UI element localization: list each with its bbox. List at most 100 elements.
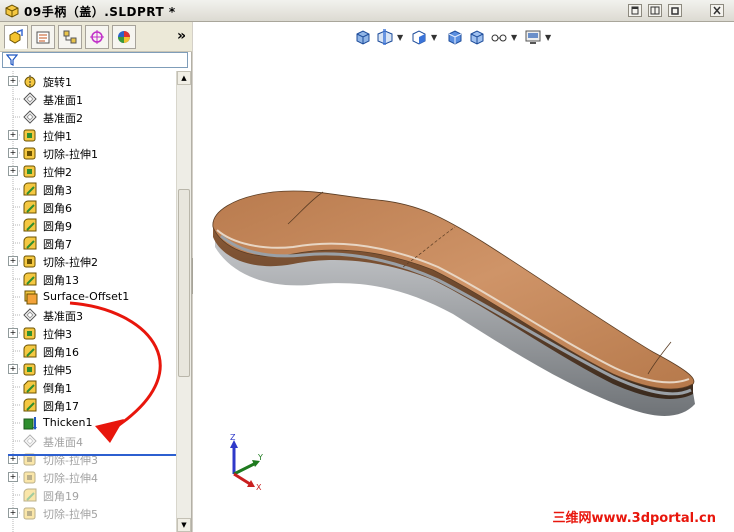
axis-triad: Z Y X bbox=[230, 433, 263, 492]
tree-item[interactable]: + 拉伸1 bbox=[0, 126, 176, 144]
tab-featuremanager[interactable] bbox=[4, 25, 28, 49]
tree-scrollbar[interactable]: ▲ ▼ bbox=[176, 71, 191, 532]
tile-icon bbox=[650, 6, 660, 15]
tree-item[interactable]: + 拉伸2 bbox=[0, 162, 176, 180]
chamfer-icon bbox=[23, 380, 37, 394]
fillet-icon bbox=[23, 344, 37, 358]
solidworks-part-icon bbox=[5, 4, 19, 18]
tree-item[interactable]: 圆角19 bbox=[0, 486, 176, 504]
fillet-icon bbox=[23, 182, 37, 196]
more-tabs-chevron[interactable]: » bbox=[177, 28, 186, 44]
expand-toggle[interactable]: + bbox=[8, 472, 18, 482]
tree-item-label: 拉伸3 bbox=[43, 328, 72, 341]
tree-item[interactable]: + 切除-拉伸5 bbox=[0, 504, 176, 522]
plane-icon bbox=[23, 110, 37, 124]
tree-item-label: 基准面2 bbox=[43, 112, 83, 125]
expand-toggle[interactable]: + bbox=[8, 148, 18, 158]
triad-x-label: X bbox=[256, 483, 262, 492]
feature-manager-panel: » + 旋转1 基准面1 基准面2 + 拉伸1 + 切除-拉伸1 + 拉伸2 圆角3 圆角6 圆角9 圆角… bbox=[0, 22, 192, 532]
filter-icon bbox=[6, 54, 18, 66]
tree-item[interactable]: Thicken1 bbox=[0, 414, 176, 432]
tree-item-label: 切除-拉伸1 bbox=[43, 148, 98, 161]
tree-item[interactable]: + 拉伸5 bbox=[0, 360, 176, 378]
filter-bar[interactable] bbox=[2, 52, 188, 68]
fillet-icon bbox=[23, 218, 37, 232]
expand-toggle[interactable]: + bbox=[8, 364, 18, 374]
expand-toggle[interactable]: + bbox=[8, 256, 18, 266]
scroll-down-button[interactable]: ▼ bbox=[177, 518, 191, 532]
tree-item[interactable]: 基准面1 bbox=[0, 90, 176, 108]
tree-item-label: 圆角13 bbox=[43, 274, 79, 287]
tree-item[interactable]: + 拉伸3 bbox=[0, 324, 176, 342]
appearance-icon bbox=[118, 31, 130, 43]
tree-item[interactable]: 倒角1 bbox=[0, 378, 176, 396]
restore-button[interactable] bbox=[668, 4, 682, 17]
cascade-button[interactable] bbox=[628, 4, 642, 17]
tree-item[interactable]: 圆角6 bbox=[0, 198, 176, 216]
tab-configurationmanager[interactable] bbox=[58, 25, 82, 49]
close-icon bbox=[713, 6, 721, 15]
tree-item[interactable]: 基准面3 bbox=[0, 306, 176, 324]
expand-toggle[interactable]: + bbox=[8, 508, 18, 518]
tree-item[interactable]: + 切除-拉伸3 bbox=[0, 450, 176, 468]
tree-item[interactable]: 圆角16 bbox=[0, 342, 176, 360]
tree-item[interactable]: Surface-Offset1 bbox=[0, 288, 176, 306]
tree-item[interactable]: + 旋转1 bbox=[0, 72, 176, 90]
featuremanager-icon bbox=[9, 29, 23, 44]
tree-item[interactable]: 基准面2 bbox=[0, 108, 176, 126]
extrude-icon bbox=[23, 327, 36, 340]
tile-button[interactable] bbox=[648, 4, 662, 17]
fillet-icon bbox=[23, 488, 37, 502]
title-bar: 09手柄（盖）.SLDPRT * bbox=[0, 0, 734, 22]
cut-extrude-icon bbox=[23, 507, 36, 520]
expand-toggle[interactable]: + bbox=[8, 166, 18, 176]
tab-propertymanager[interactable] bbox=[31, 25, 55, 49]
dimxpert-icon bbox=[90, 30, 104, 44]
cut-extrude-icon bbox=[23, 255, 36, 268]
close-button[interactable] bbox=[710, 4, 724, 17]
cut-extrude-icon bbox=[23, 147, 36, 160]
tree-item[interactable]: 圆角9 bbox=[0, 216, 176, 234]
revolve-icon bbox=[24, 75, 36, 88]
expand-toggle[interactable]: + bbox=[8, 328, 18, 338]
tree-item[interactable]: + 切除-拉伸2 bbox=[0, 252, 176, 270]
handle-part-model[interactable] bbox=[193, 22, 734, 532]
tree-item-label: 基准面3 bbox=[43, 310, 83, 323]
tree-item-label: 圆角16 bbox=[43, 346, 79, 359]
rollback-bar[interactable] bbox=[8, 454, 176, 456]
tree-item-label: 拉伸1 bbox=[43, 130, 72, 143]
tree-item[interactable]: 圆角7 bbox=[0, 234, 176, 252]
tree-item[interactable]: 圆角13 bbox=[0, 270, 176, 288]
tree-item-label: 圆角19 bbox=[43, 490, 79, 503]
tree-item-label: Surface-Offset1 bbox=[43, 290, 130, 303]
panel-tabs: » bbox=[0, 22, 192, 52]
tree-item-label: 切除-拉伸4 bbox=[43, 472, 98, 485]
fillet-icon bbox=[23, 398, 37, 412]
tree-item[interactable]: + 切除-拉伸4 bbox=[0, 468, 176, 486]
tree-item[interactable]: 圆角17 bbox=[0, 396, 176, 414]
scroll-up-button[interactable]: ▲ bbox=[177, 71, 191, 85]
tab-dimxpert[interactable] bbox=[85, 25, 109, 49]
plane-icon bbox=[23, 92, 37, 106]
tree-item[interactable]: + 切除-拉伸1 bbox=[0, 144, 176, 162]
graphics-area[interactable]: ▼ ▼ ▼ ▼ Z Y X bbox=[193, 22, 734, 532]
feature-tree: + 旋转1 基准面1 基准面2 + 拉伸1 + 切除-拉伸1 + 拉伸2 圆角3 圆角6 圆角9 圆角7 +… bbox=[0, 71, 176, 532]
scroll-thumb[interactable] bbox=[178, 189, 190, 377]
triad-y-label: Y bbox=[257, 453, 263, 462]
tree-item[interactable]: 圆角3 bbox=[0, 180, 176, 198]
expand-toggle[interactable]: + bbox=[8, 76, 18, 86]
triad-z-label: Z bbox=[230, 433, 236, 442]
fillet-icon bbox=[23, 236, 37, 250]
tree-item-label: 切除-拉伸2 bbox=[43, 256, 98, 269]
watermark: 三维网www.3dportal.cn bbox=[552, 511, 716, 526]
expand-toggle[interactable]: + bbox=[8, 130, 18, 140]
tree-item-label: 旋转1 bbox=[43, 76, 72, 89]
cascade-icon bbox=[631, 6, 639, 15]
surface-offset-icon bbox=[24, 290, 38, 305]
tab-appearance[interactable] bbox=[112, 25, 136, 49]
tree-item-label: 基准面1 bbox=[43, 94, 83, 107]
fillet-icon bbox=[23, 272, 37, 286]
extrude-icon bbox=[23, 129, 36, 142]
tree-item[interactable]: 基准面4 bbox=[0, 432, 176, 450]
tree-item-label: Thicken1 bbox=[43, 416, 93, 429]
